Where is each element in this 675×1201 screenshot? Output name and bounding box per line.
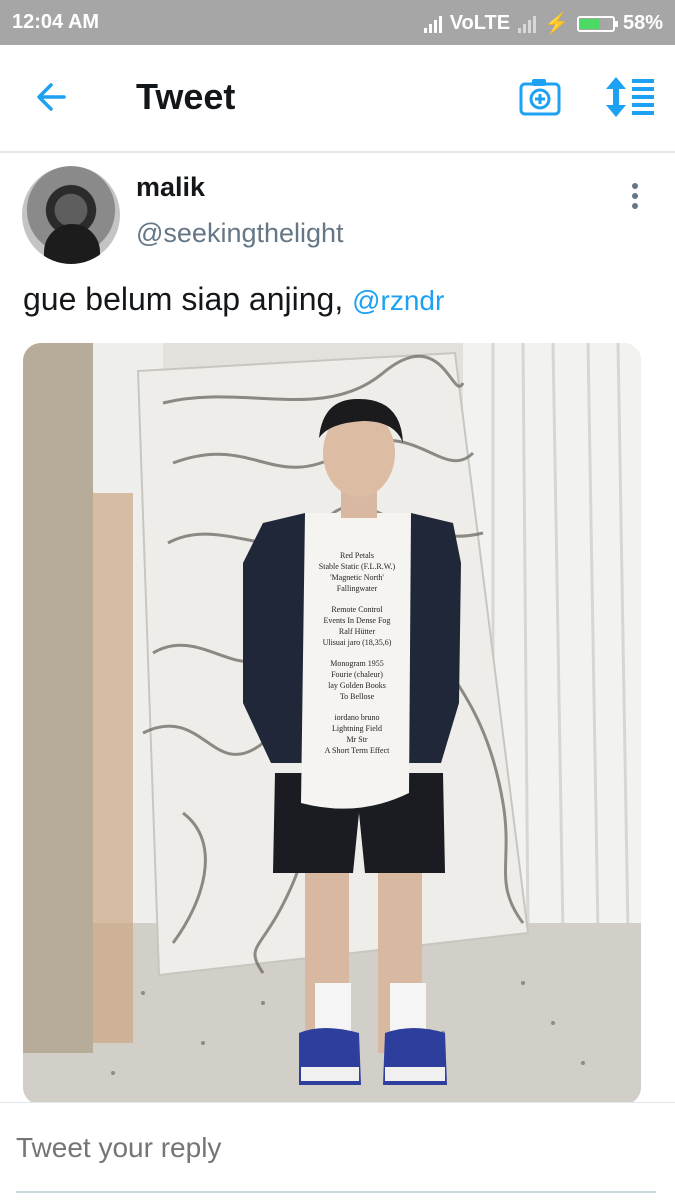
- shirt-line: Mr Str: [346, 735, 367, 744]
- photo-scene: Red Petals Stable Static (F.L.R.W.) 'Magne…: [23, 343, 641, 1105]
- tweet-body: gue belum siap anjing,: [23, 281, 344, 317]
- shirt-line: Red Petals: [340, 551, 374, 560]
- author-name[interactable]: malik: [136, 172, 205, 203]
- sort-list-icon[interactable]: [604, 75, 656, 119]
- shirt-line: A Short Term Effect: [325, 746, 390, 755]
- shirt-line: iordano bruno: [334, 713, 379, 722]
- shirt-line: lay Golden Books: [328, 681, 386, 690]
- avatar-figure: [44, 224, 100, 264]
- shirt-line: Monogram 1955: [330, 659, 384, 668]
- shirt-line: Remote Control: [331, 605, 383, 614]
- shirt-line: Ralf Hütter: [339, 627, 376, 636]
- reply-input[interactable]: [16, 1132, 656, 1164]
- signal-secondary-icon: [518, 15, 537, 33]
- battery-icon: [576, 15, 618, 32]
- reply-underline: [16, 1191, 656, 1193]
- shirt-line: Lightning Field: [332, 724, 382, 733]
- shirt-line: Fourie (chaleur): [331, 670, 383, 679]
- shirt-line: 'Magnetic North': [330, 573, 384, 582]
- tweet-photo[interactable]: Red Petals Stable Static (F.L.R.W.) 'Magne…: [23, 343, 641, 1105]
- author-handle[interactable]: @seekingthelight: [136, 218, 344, 249]
- shirt-line: Fallingwater: [337, 584, 378, 593]
- status-time: 12:04 AM: [12, 11, 100, 33]
- more-options-icon[interactable]: [626, 183, 644, 213]
- reply-bar: [0, 1102, 675, 1201]
- camera-plus-icon[interactable]: [519, 76, 561, 118]
- status-bar: 12:04 AM VoLTE ⚡ 58%: [0, 0, 675, 45]
- avatar[interactable]: [22, 166, 120, 264]
- shirt-line: Events In Dense Fog: [324, 616, 391, 625]
- shirt-line: Stable Static (F.L.R.W.): [319, 562, 396, 571]
- shirt-line: Ulisuai jaro (18,35,6): [323, 638, 392, 647]
- battery-fill: [579, 18, 599, 29]
- top-bar: Tweet: [0, 45, 675, 153]
- tweet-text: gue belum siap anjing, @rzndr: [23, 281, 444, 318]
- status-indicators: VoLTE ⚡ 58%: [423, 11, 663, 36]
- charging-icon: ⚡: [544, 13, 569, 35]
- shirt-line: To Bellose: [340, 692, 375, 701]
- battery-percent: 58%: [622, 12, 663, 34]
- signal-icon: [423, 15, 442, 33]
- page-title: Tweet: [136, 76, 236, 117]
- mention-link[interactable]: @rzndr: [352, 285, 444, 316]
- arrow-left-icon[interactable]: [34, 79, 70, 115]
- network-label: VoLTE: [449, 12, 511, 34]
